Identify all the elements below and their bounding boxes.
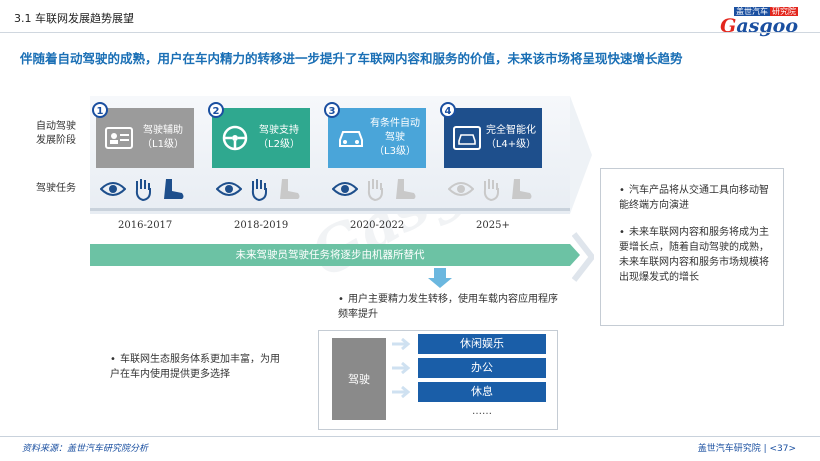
service-more: ……: [472, 406, 492, 417]
hand-icon: [251, 179, 267, 202]
headline: 伴随着自动驾驶的成熟，用户在车内精力的转移进一步提升了车联网内容和服务的价值，未…: [20, 51, 683, 66]
down-arrow-stem: [434, 268, 446, 278]
left-bullet-text: 车联网生态服务体系更加丰富，为用户在车内使用提供更多选择: [110, 354, 280, 380]
stage-3-level: （L3级）: [374, 146, 416, 157]
replacement-bar: 未来驾驶员驾驶任务将逐步由机器所替代: [90, 244, 570, 266]
task-icons-2: [216, 176, 302, 202]
stage-badge-4: 4: [440, 102, 456, 118]
hand-icon: [135, 179, 151, 202]
row-label-task: 驾驶任务: [36, 183, 76, 194]
logo-g: G: [720, 15, 737, 37]
conclusion-bullet-1-text: 汽车产品将从交通工具向移动智能终端方向演进: [619, 185, 769, 211]
task-icons-1: [100, 176, 186, 202]
stage-1-name: 驾驶辅助: [143, 125, 183, 136]
year-2: 2018-2019: [234, 220, 289, 231]
logo-rest: asgoo: [736, 15, 798, 37]
footer-page: 盖世汽车研究院 | <37>: [697, 444, 796, 454]
eye-icon: [216, 182, 242, 196]
hand-icon: [483, 179, 499, 202]
arrow-right-icon: [392, 338, 411, 350]
car-icon: [334, 121, 368, 155]
service-office: 办公: [418, 358, 546, 378]
left-bullet: • 车联网生态服务体系更加丰富，为用户在车内使用提供更多选择: [110, 354, 280, 380]
footer-divider: [0, 436, 820, 437]
stage-1-level: （L1级）: [142, 139, 184, 150]
arrow-down-icon: [428, 278, 452, 288]
header-divider: [0, 32, 820, 33]
band-arrow-tip: [570, 96, 592, 214]
stage-badge-2: 2: [208, 102, 224, 118]
arrow-right-icon: [392, 386, 411, 398]
steering-wheel-icon: [218, 121, 252, 155]
stage-4-name: 完全智能化: [486, 125, 536, 136]
arrow-right-icon: [392, 362, 411, 374]
stage-2-level: （L2级）: [258, 139, 300, 150]
stage-card-4: 完全智能化 （L4+级）: [444, 108, 542, 168]
hand-icon: [367, 179, 383, 202]
stage-3-name: 有条件自动驾驶: [370, 118, 420, 143]
row-label-stage: 自动驾驶 发展阶段: [36, 121, 76, 146]
conclusion-box: • 汽车产品将从交通工具向移动智能终端方向演进 • 未来车联网内容和服务将成为主要增…: [600, 168, 784, 326]
service-leisure: 休闲娱乐: [418, 334, 546, 354]
year-4: 2025+: [476, 220, 510, 231]
stage-card-3: 有条件自动驾驶 （L3级）: [328, 108, 426, 168]
year-3: 2020-2022: [350, 220, 405, 231]
foot-icon: [512, 179, 532, 199]
chevron-right-icon: [572, 232, 594, 282]
conclusion-bullet-2: • 未来车联网内容和服务将成为主要增长点，随着自动驾驶的成熟，未来车联网内容和服务…: [619, 227, 769, 283]
timeline-line: [90, 208, 570, 211]
stage-card-1: 驾驶辅助 （L1级）: [96, 108, 194, 168]
footer-source: 资料来源：盖世汽车研究院分析: [22, 444, 149, 454]
page-section-title: 3.1 车联网发展趋势展望: [14, 12, 134, 25]
eye-icon: [332, 182, 358, 196]
task-icons-4: [448, 176, 534, 202]
stage-2-name: 驾驶支持: [259, 125, 299, 136]
service-rest: 休息: [418, 382, 546, 402]
stage-4-level: （L4+级）: [485, 139, 537, 150]
conclusion-bullet-2-text: 未来车联网内容和服务将成为主要增长点，随着自动驾驶的成熟，未来车联网内容和服务市…: [619, 227, 769, 283]
drive-box: 驾驶: [332, 338, 386, 420]
conclusion-bullet-1: • 汽车产品将从交通工具向移动智能终端方向演进: [619, 185, 769, 211]
task-icons-3: [332, 176, 418, 202]
foot-icon: [396, 179, 416, 199]
year-1: 2016-2017: [118, 220, 173, 231]
smart-car-icon: [450, 121, 484, 155]
eye-icon: [448, 182, 474, 196]
stage-badge-1: 1: [92, 102, 108, 118]
eye-icon: [100, 182, 126, 196]
foot-icon: [164, 179, 184, 199]
gasgoo-logo: 盖世汽车 研究院 Gasgoo: [706, 6, 798, 37]
center-bullet-text: 用户主要精力发生转移，使用车载内容应用程序频率提升: [338, 294, 558, 320]
center-bullet: • 用户主要精力发生转移，使用车载内容应用程序频率提升: [338, 294, 558, 320]
stage-badge-3: 3: [324, 102, 340, 118]
stage-card-2: 驾驶支持 （L2级）: [212, 108, 310, 168]
foot-icon: [280, 179, 300, 199]
driver-license-icon: [102, 121, 136, 155]
